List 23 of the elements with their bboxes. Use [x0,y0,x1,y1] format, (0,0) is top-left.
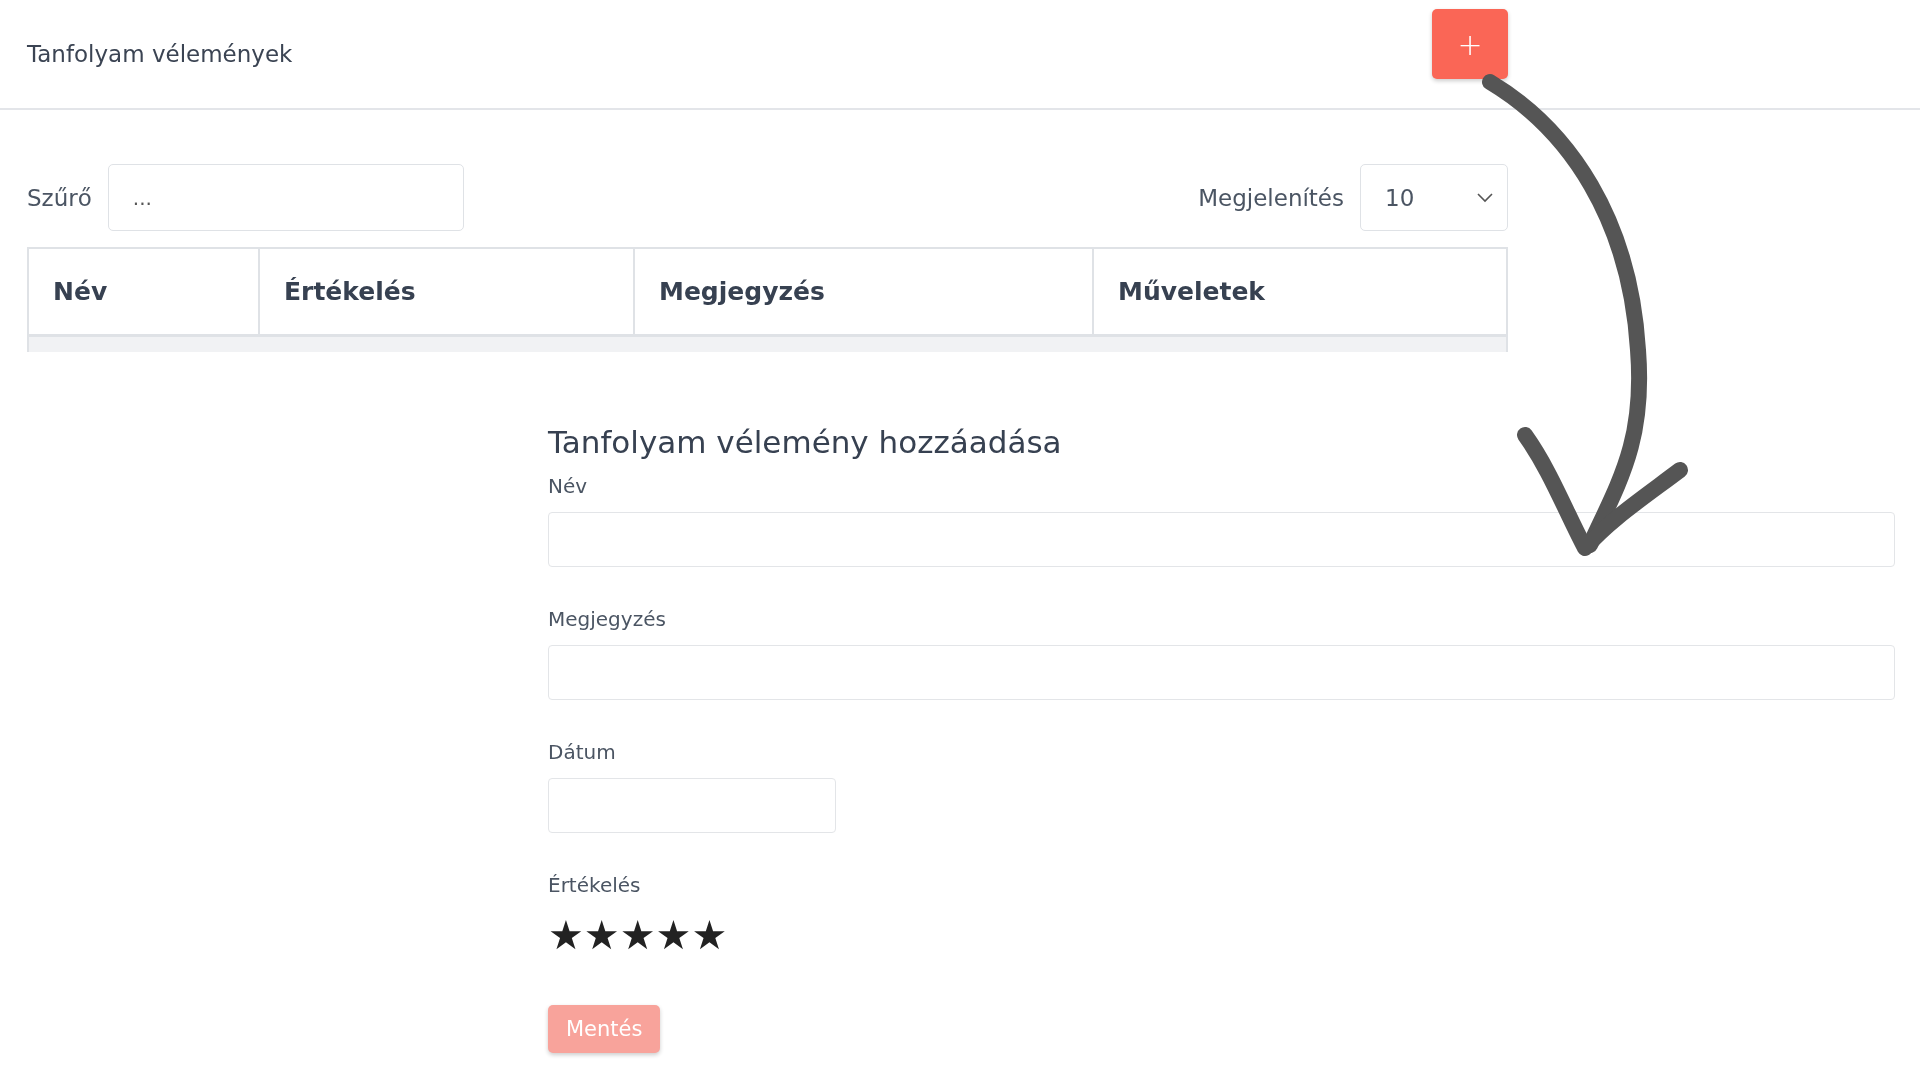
star-icon[interactable]: ★ [619,915,656,955]
star-icon[interactable]: ★ [548,915,584,955]
column-header: Értékelés [284,277,416,306]
column-header: Megjegyzés [659,277,825,306]
field-label: Dátum [548,740,617,764]
star-icon[interactable]: ★ [583,915,620,955]
page-size-select[interactable]: 10 [1360,164,1508,231]
field-label: Név [548,474,589,498]
column-header: Név [53,277,108,306]
field-label: Megjegyzés [548,607,667,631]
page-size-label: Megjelenítés [1198,184,1344,211]
column-header: Műveletek [1118,277,1265,306]
input-field[interactable] [548,512,1895,567]
field-label: Értékelés [548,873,642,897]
star-icon[interactable]: ★ [655,915,692,955]
star-icon[interactable]: ★ [691,915,728,955]
page-title: Tanfolyam vélemények [27,41,293,67]
filter-field[interactable]: ... [107,164,464,231]
chevron-down-icon [1477,192,1493,203]
form-title: Tanfolyam vélemény hozzáadása [548,424,1063,460]
input-field[interactable] [548,645,1895,700]
filter-label: Szűrő [27,184,92,211]
input-field[interactable] [548,778,836,833]
